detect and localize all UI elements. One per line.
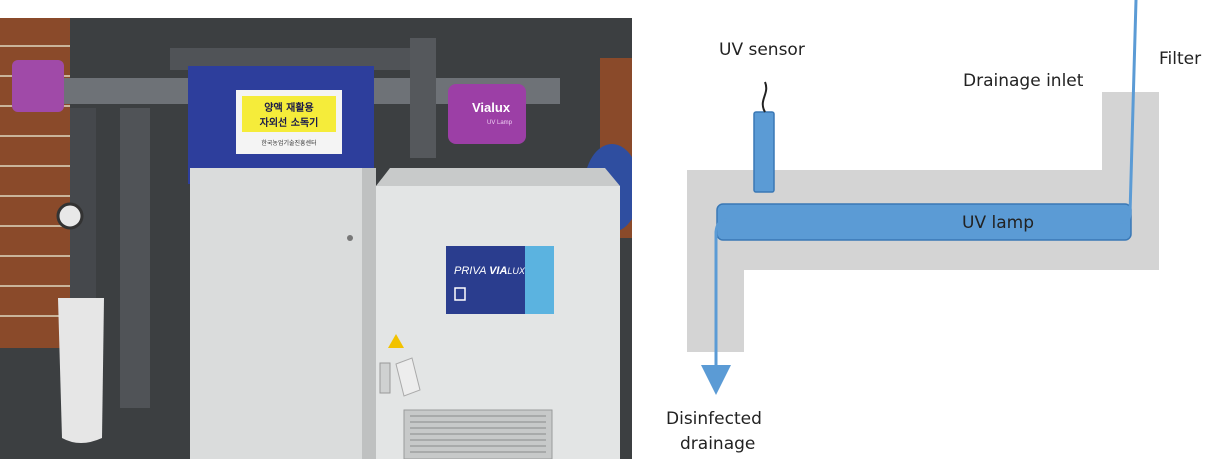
disinfected-drainage-label-line1: Disinfected xyxy=(666,409,762,429)
cabinet-handle xyxy=(379,362,391,394)
pressure-gauge xyxy=(56,202,84,230)
disinfected-drainage-label-line2: drainage xyxy=(680,434,755,454)
sign-line-3: 한국농업기술진흥센터 xyxy=(261,139,316,147)
cabinet-left-lock xyxy=(347,235,353,241)
sign-line-2: 자외선 소독기 xyxy=(260,116,319,129)
uv-disinfection-diagram: UV lamp UV sensor Drainage inlet Filter … xyxy=(666,0,1201,454)
pipe-vertical-right xyxy=(410,38,436,158)
cabinet-left-shade xyxy=(362,168,376,459)
cabinet-left xyxy=(190,168,376,459)
uv-sensor-cable xyxy=(761,81,768,113)
filter-bag xyxy=(58,298,104,443)
filter-label: Filter xyxy=(1159,49,1201,69)
uv-sterilizer-photo: Vialux UV Lamp 양액 재활용 자외선 소독기 한국농업기술진흥센터… xyxy=(0,18,632,459)
uv-lamp-label: UV lamp xyxy=(962,213,1034,233)
uv-lamp-housing-left xyxy=(12,60,64,112)
drainage-inlet-label: Drainage inlet xyxy=(963,71,1084,91)
uv-lamp xyxy=(716,203,1132,241)
pipe-vertical-left2 xyxy=(120,108,150,408)
vialux-logo-subtext: UV Lamp xyxy=(487,120,513,126)
uv-sensor-label: UV sensor xyxy=(719,40,805,60)
cabinet-right-top xyxy=(376,168,620,186)
priva-logo-text: PRIVA VIALUX xyxy=(454,265,526,277)
priva-logo-accent xyxy=(525,246,554,314)
uv-sensor xyxy=(753,111,775,193)
sign-line-1: 양액 재활용 xyxy=(264,101,313,114)
vialux-logo-text: Vialux xyxy=(472,100,511,115)
